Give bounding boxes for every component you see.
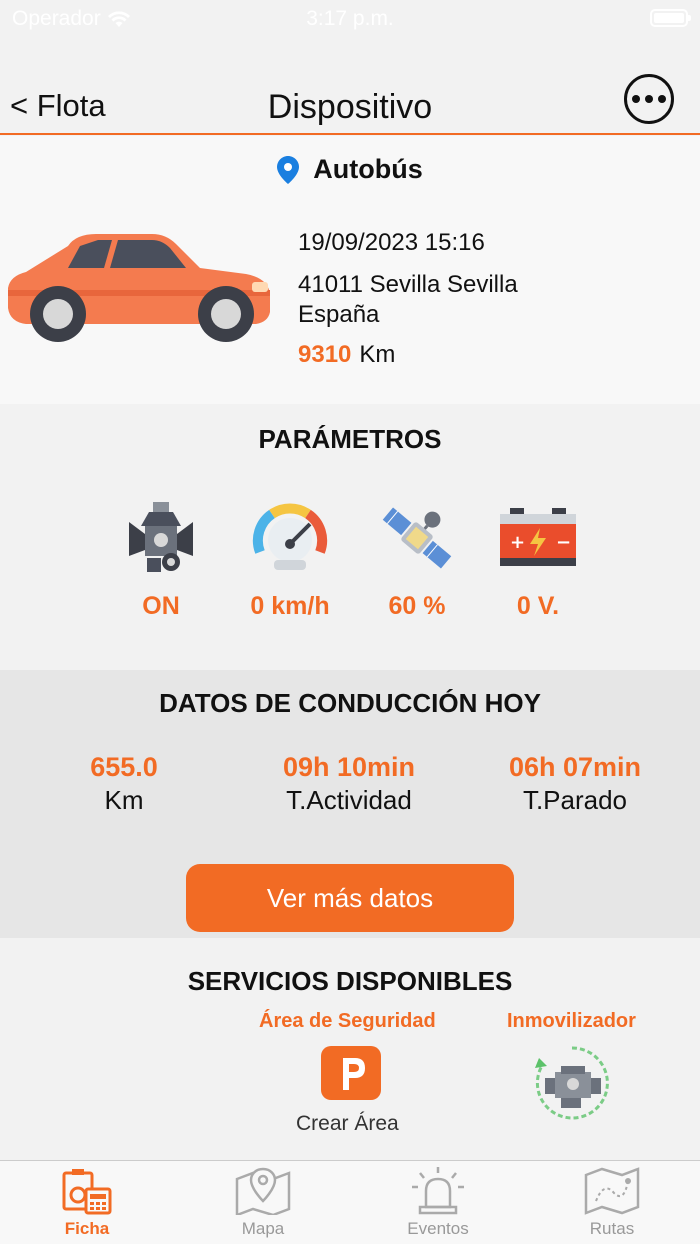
parameters-section: PARÁMETROS ON 0 km/h 60 % + − 0 V.	[0, 404, 700, 670]
stat-activity-time: 09h 10min T.Actividad	[239, 752, 459, 816]
status-bar: Operador 3:17 p.m.	[0, 0, 700, 38]
last-update-datetime: 19/09/2023 15:16	[298, 229, 485, 256]
vehicle-card: Autobús 19/09/2023 15:16 41011 Sevilla S…	[0, 136, 700, 404]
battery-icon: + −	[500, 508, 576, 566]
tab-eventos[interactable]: Eventos	[378, 1167, 498, 1239]
tab-mapa[interactable]: Mapa	[203, 1167, 323, 1239]
battery-status-icon	[650, 9, 691, 27]
distance-value: 655.0	[90, 752, 158, 782]
create-area-button[interactable]	[321, 1046, 381, 1105]
address-line-2: España	[298, 301, 380, 328]
gps-signal-value: 60 %	[388, 592, 446, 620]
services-section: SERVICIOS DISPONIBLES Área de Seguridad …	[0, 938, 700, 1160]
more-options-button[interactable]	[624, 74, 674, 124]
immobilizer-label: Inmovilizador	[507, 1010, 636, 1032]
address-line-1: 41011 Sevilla Sevilla	[298, 271, 518, 298]
stopped-time-label: T.Parado	[522, 785, 628, 815]
security-area-label: Área de Seguridad	[259, 1010, 436, 1032]
odometer-unit: Km	[359, 341, 396, 368]
engine-lock-icon	[535, 1046, 609, 1120]
view-more-data-button[interactable]: Ver más datos	[186, 864, 514, 932]
immobilizer-button[interactable]	[533, 1044, 611, 1127]
stat-distance: 655.0 Km	[14, 752, 234, 816]
tab-rutas[interactable]: Rutas	[552, 1167, 672, 1239]
calculator-chart-icon	[62, 1169, 112, 1215]
battery-voltage: 0 V.	[516, 592, 560, 620]
satellite-icon	[382, 507, 452, 569]
svg-text:+: +	[510, 532, 525, 553]
parameters-title: PARÁMETROS	[258, 424, 442, 454]
location-pin-icon	[277, 155, 300, 184]
car-icon	[8, 234, 270, 342]
parking-icon	[321, 1046, 381, 1100]
page-title: Dispositivo	[267, 88, 433, 126]
tab-bar: Ficha Mapa Eventos Rutas	[0, 1160, 700, 1244]
driving-data-section: DATOS DE CONDUCCIÓN HOY 655.0 Km 09h 10m…	[0, 670, 700, 938]
tab-mapa-label: Mapa	[241, 1219, 285, 1238]
speedometer-icon	[252, 503, 328, 570]
tab-eventos-label: Eventos	[407, 1219, 469, 1238]
create-area-caption: Crear Área	[296, 1112, 399, 1135]
tab-ficha-label: Ficha	[64, 1219, 110, 1238]
odometer: 9310 Km	[298, 340, 518, 370]
stopped-time-value: 06h 07min	[508, 752, 642, 782]
driving-title: DATOS DE CONDUCCIÓN HOY	[159, 688, 541, 718]
vehicle-name-row: Autobús	[0, 154, 700, 185]
speed-value: 0 km/h	[250, 592, 330, 620]
param-engine: ON	[106, 500, 216, 621]
navigation-bar: < Flota Dispositivo	[0, 74, 700, 135]
stat-stopped-time: 06h 07min T.Parado	[465, 752, 685, 816]
vehicle-info: 19/09/2023 15:16 41011 Sevilla Sevilla E…	[298, 228, 518, 370]
tab-ficha[interactable]: Ficha	[27, 1167, 147, 1239]
param-speed: 0 km/h	[235, 500, 345, 621]
engine-status: ON	[142, 592, 180, 620]
param-battery: + − 0 V.	[483, 500, 593, 621]
services-title: SERVICIOS DISPONIBLES	[187, 966, 513, 996]
activity-time-label: T.Actividad	[286, 785, 412, 815]
activity-time-value: 09h 10min	[282, 752, 416, 782]
vehicle-name: Autobús	[313, 154, 423, 184]
param-gps: 60 %	[362, 500, 472, 621]
distance-label: Km	[104, 785, 144, 815]
route-map-icon	[584, 1167, 640, 1215]
map-pin-icon	[235, 1167, 291, 1215]
tab-rutas-label: Rutas	[589, 1219, 635, 1238]
siren-icon	[412, 1167, 464, 1215]
engine-icon	[129, 502, 193, 572]
status-time: 3:17 p.m.	[306, 7, 394, 30]
svg-text:−: −	[556, 532, 571, 553]
odometer-value: 9310	[298, 341, 352, 368]
